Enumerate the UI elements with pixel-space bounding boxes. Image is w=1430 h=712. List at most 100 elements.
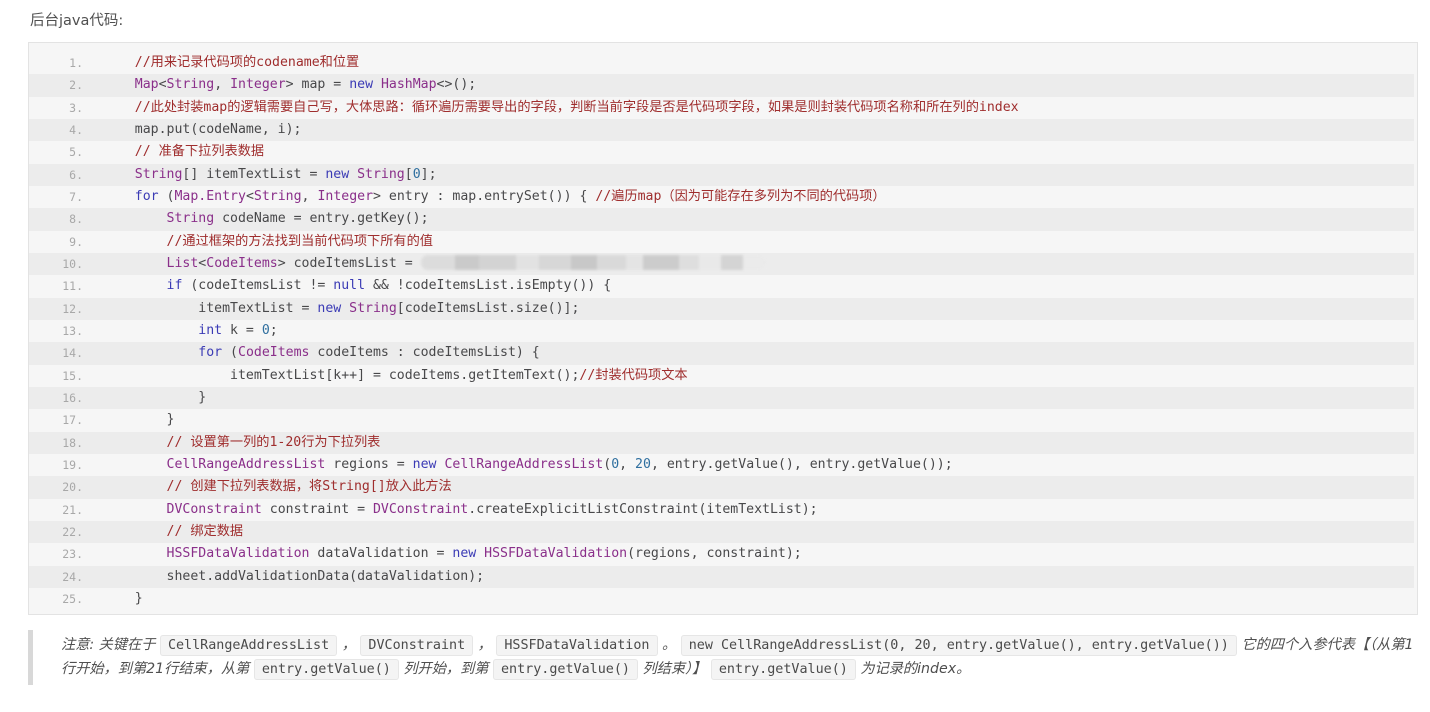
code-line-text: String codeName = entry.getKey(); — [103, 211, 429, 226]
note-text-fragment: 。 — [657, 637, 681, 653]
code-token-pl: , — [214, 77, 231, 93]
code-token-pl: k = — [222, 322, 262, 338]
code-line-number: 17. — [62, 413, 83, 428]
code-token-pl: } — [166, 412, 175, 428]
code-token-kw: int — [198, 322, 223, 338]
note-inline-code: DVConstraint — [360, 635, 474, 656]
code-line: 1. //用来记录代码项的codename和位置 — [29, 52, 1414, 75]
code-token-pl: < — [245, 188, 254, 204]
code-token-cm: //封装代码项文本 — [579, 367, 688, 383]
code-line-text: CellRangeAddressList regions = new CellR… — [103, 457, 953, 472]
code-token-ty: CellRangeAddressList — [444, 456, 604, 472]
code-token-pl: itemTextList = — [198, 300, 318, 316]
code-token-cm: //遍历map（因为可能存在多列为不同的代码项） — [595, 188, 886, 204]
note-inline-code: CellRangeAddressList — [159, 635, 338, 656]
code-line-number: 5. — [69, 145, 83, 160]
code-token-pl: < — [158, 77, 167, 93]
code-token-pl: ( — [603, 456, 612, 472]
code-line: 4. map.put(codeName, i); — [29, 118, 1414, 142]
code-line-text: itemTextList[k++] = codeItems.getItemTex… — [103, 368, 688, 383]
code-line-number: 25. — [62, 591, 83, 606]
code-line-text: if (codeItemsList != null && !codeItemsL… — [103, 278, 612, 294]
note-inline-code: entry.getValue() — [710, 658, 856, 680]
code-line: 21. DVConstraint constraint = DVConstrai… — [29, 498, 1414, 521]
code-token-ty: DVConstraint — [166, 501, 262, 517]
code-line-number: 8. — [69, 212, 83, 227]
code-line-number: 23. — [62, 547, 83, 562]
code-line-number: 7. — [69, 189, 83, 204]
code-line-number: 1. — [69, 56, 83, 70]
code-line-text: sheet.addValidationData(dataValidation); — [103, 568, 485, 584]
code-line-text: HSSFDataValidation dataValidation = new … — [103, 546, 802, 561]
code-line: 23. HSSFDataValidation dataValidation = … — [29, 543, 1414, 566]
code-line: 10. List<CodeItems> codeItemsList = — [29, 252, 1414, 276]
code-token-pl: [codeItemsList.size()]; — [396, 300, 580, 316]
note-text-fragment: 注意: 关键在于 — [61, 637, 160, 653]
note-inline-code: entry.getValue() — [492, 658, 638, 680]
code-token-pl: , — [301, 188, 318, 204]
code-line: 25. } — [29, 587, 1414, 611]
code-token-kw: if — [166, 278, 183, 294]
code-line: 13. int k = 0; — [29, 319, 1414, 343]
code-token-ty: HashMap — [380, 77, 437, 93]
code-token-pl: > entry : map.entrySet()) { — [373, 188, 596, 204]
code-token-ty: CodeItems — [206, 255, 278, 271]
code-line-text: // 设置第一列的1-20行为下拉列表 — [103, 434, 381, 450]
code-line-text: // 创建下拉列表数据，将String[]放入此方法 — [103, 479, 452, 494]
code-token-pl: } — [198, 389, 207, 405]
code-line-text: DVConstraint constraint = DVConstraint.c… — [103, 502, 818, 517]
code-line-text: map.put(codeName, i); — [103, 122, 302, 137]
code-token-pl: constraint = — [261, 501, 373, 517]
code-token-pl: ]; — [420, 166, 437, 182]
code-line-number: 2. — [69, 78, 83, 93]
note-text-fragment: 为记录的index。 — [855, 660, 971, 677]
code-line: 15. itemTextList[k++] = codeItems.getIte… — [29, 364, 1414, 387]
code-line-number: 9. — [69, 234, 83, 249]
note-text-fragment: ， — [337, 637, 361, 653]
code-line-number: 22. — [62, 524, 83, 539]
code-line: 16. } — [29, 386, 1414, 410]
code-token-cm: // 设置第一列的1-20行为下拉列表 — [166, 434, 381, 450]
code-token-nu: 0 — [261, 322, 270, 338]
code-token-kw: new — [325, 166, 350, 182]
code-line-text: itemTextList = new String[codeItemsList.… — [103, 301, 579, 316]
code-token-pl: codeItems : codeItemsList) { — [309, 345, 540, 361]
code-token-nu: 0 — [611, 456, 620, 472]
code-block[interactable]: 1. //用来记录代码项的codename和位置 2. Map<String, I… — [28, 42, 1418, 615]
page-root: 后台java代码: 1. //用来记录代码项的codename和位置 2. Map… — [0, 0, 1430, 712]
code-line-text: String[] itemTextList = new String[0]; — [103, 167, 437, 182]
code-line-text: for (CodeItems codeItems : codeItemsList… — [103, 345, 540, 361]
code-token-cm: // 创建下拉列表数据，将String[]放入此方法 — [166, 479, 452, 495]
code-token-pl: [] itemTextList = — [182, 166, 326, 182]
code-line: 18. // 设置第一列的1-20行为下拉列表 — [29, 431, 1414, 454]
code-line: 9. //通过框架的方法找到当前代码项下所有的值 — [29, 230, 1414, 253]
code-token-ty: DVConstraint — [372, 501, 469, 517]
code-line-number: 4. — [69, 122, 83, 137]
code-line-text: // 绑定数据 — [103, 524, 244, 539]
code-token-pl: > codeItemsList = — [277, 255, 421, 271]
code-token-ty: List — [166, 255, 199, 271]
code-token-pl: , — [619, 456, 636, 472]
code-line: 17. } — [29, 409, 1414, 432]
code-line-text: //此处封装map的逻辑需要自己写，大体思路：循环遍历需要导出的字段，判断当前字… — [103, 100, 1019, 115]
code-line: 20. // 创建下拉列表数据，将String[]放入此方法 — [29, 476, 1414, 499]
code-token-pl: dataValidation = — [309, 546, 453, 562]
code-line-number: 13. — [62, 323, 83, 338]
code-line-number: 19. — [62, 457, 83, 472]
code-token-ty: String — [166, 211, 215, 227]
note-text-fragment: ， — [473, 637, 497, 653]
code-token-pl: map.put(codeName, i); — [134, 121, 302, 137]
code-line-text: } — [103, 591, 143, 606]
code-line-number: 11. — [62, 279, 83, 294]
code-line: 11. if (codeItemsList != null && !codeIt… — [29, 275, 1414, 298]
code-line-text: //用来记录代码项的codename和位置 — [103, 55, 359, 70]
code-line-text: // 准备下拉列表数据 — [103, 144, 264, 159]
code-line-number: 16. — [62, 390, 83, 405]
code-line: 14. for (CodeItems codeItems : codeItems… — [29, 342, 1414, 365]
code-token-pl: itemTextList[k++] = codeItems.getItemTex… — [230, 367, 580, 383]
code-line: 8. String codeName = entry.getKey(); — [29, 208, 1414, 231]
code-line: 7. for (Map.Entry<String, Integer> entry… — [29, 185, 1414, 209]
code-token-pl: sheet.addValidationData(dataValidation); — [166, 568, 485, 584]
